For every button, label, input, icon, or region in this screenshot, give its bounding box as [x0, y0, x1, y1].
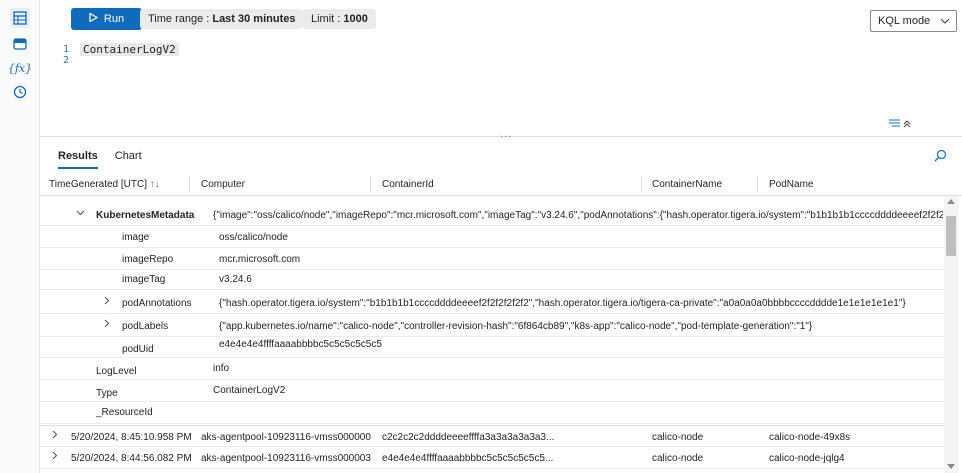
field-row[interactable]: Type ContainerLogV2 [40, 380, 944, 402]
splitter-handle[interactable]: ... [500, 128, 512, 140]
run-button[interactable]: Run [71, 8, 142, 30]
cell-container-id: c2c2c2c2ddddeeeeffffa3a3a3a3a3a3... [382, 432, 555, 443]
field-key: _ResourceId [96, 407, 153, 418]
cell-computer: aks-agentpool-10923116-vmss000003 [201, 453, 371, 464]
kql-mode-select[interactable]: KQL mode [870, 10, 957, 32]
chevron-down-icon [940, 15, 950, 27]
metadata-child-row[interactable]: imageRepo mcr.microsoft.com [40, 248, 944, 270]
chevron-right-icon[interactable] [50, 430, 59, 442]
field-key: LogLevel [96, 366, 137, 377]
kubernetes-metadata-row[interactable]: KubernetesMetadata {"image":"oss/calico/… [40, 204, 944, 226]
field-key: imageRepo [122, 254, 174, 265]
field-value: {"image":"oss/calico/node","imageRepo":"… [213, 210, 943, 221]
field-value: {"hash.operator.tigera.io/system":"b1b1b… [219, 298, 906, 309]
line-number: 2 [63, 55, 70, 66]
field-key: podAnnotations [122, 298, 192, 309]
column-divider[interactable] [370, 176, 371, 192]
database-icon[interactable] [10, 34, 30, 54]
time-range-button[interactable]: Time range : Last 30 minutes [140, 9, 304, 29]
cell-pod-name: calico-node-jqlg4 [769, 453, 845, 464]
field-value: {"app.kubernetes.io/name":"calico-node",… [219, 321, 813, 332]
query-text[interactable]: ContainerLogV2 [80, 43, 179, 56]
column-header-containerid[interactable]: ContainerId [382, 179, 434, 190]
field-value: oss/calico/node [219, 232, 288, 243]
time-range-label: Time range : [148, 13, 210, 25]
column-header-podname[interactable]: PodName [769, 179, 813, 190]
field-value: ContainerLogV2 [213, 385, 286, 396]
column-label: TimeGenerated [UTC] [49, 179, 147, 190]
sort-icon[interactable]: ↑↓ [150, 179, 160, 190]
metadata-child-row[interactable]: imageTag v3.24.6 [40, 268, 944, 290]
field-value: mcr.microsoft.com [219, 254, 301, 265]
metadata-child-row[interactable]: image oss/calico/node [40, 226, 944, 248]
scroll-down-icon[interactable] [947, 464, 955, 469]
field-key: imageTag [122, 274, 166, 285]
search-icon[interactable] [934, 149, 947, 165]
chevron-right-icon[interactable] [102, 296, 111, 308]
limit-button[interactable]: Limit :1000 [303, 9, 376, 29]
function-icon[interactable]: {fx} [7, 58, 33, 78]
field-value: v3.24.6 [219, 274, 252, 285]
format-collapse-icon[interactable] [888, 117, 914, 132]
kql-mode-value: KQL mode [878, 15, 931, 27]
column-divider[interactable] [189, 176, 190, 192]
table-row[interactable]: 5/20/2024, 8:45:10.958 PM aks-agentpool-… [40, 425, 944, 447]
field-key: Type [96, 388, 118, 399]
run-label: Run [103, 13, 125, 25]
left-rail: {fx} [0, 0, 40, 473]
column-divider[interactable] [757, 176, 758, 192]
chevron-right-icon[interactable] [102, 319, 111, 331]
history-icon[interactable] [10, 82, 30, 102]
tab-results[interactable]: Results [58, 150, 98, 169]
query-editor[interactable]: 1 2 ContainerLogV2 [40, 40, 962, 136]
table-icon[interactable] [10, 8, 30, 28]
metadata-child-row[interactable]: podLabels {"app.kubernetes.io/name":"cal… [40, 315, 944, 337]
column-header-timegenerated[interactable]: TimeGenerated [UTC] ↑↓ [49, 179, 160, 190]
metadata-child-row[interactable]: podAnnotations {"hash.operator.tigera.io… [40, 292, 944, 314]
cell-time: 5/20/2024, 8:44:56.082 PM [71, 453, 192, 464]
field-key: podLabels [122, 321, 169, 332]
limit-value: 1000 [343, 13, 368, 25]
limit-label: Limit : [311, 13, 341, 25]
chevron-down-icon[interactable] [76, 208, 85, 220]
cell-container-name: calico-node [652, 453, 704, 464]
scrollbar-thumb[interactable] [946, 216, 956, 256]
field-row[interactable]: _ResourceId [40, 402, 944, 424]
play-icon [89, 12, 99, 25]
field-key: image [122, 232, 150, 243]
cell-container-id: e4e4e4e4ffffaaaabbbbc5c5c5c5c5c5... [382, 453, 554, 464]
scroll-up-icon[interactable] [947, 199, 955, 204]
cell-pod-name: calico-node-49x8s [769, 432, 851, 443]
function-icon-label: {fx} [7, 61, 33, 75]
chevron-right-icon[interactable] [50, 451, 59, 463]
column-header-containername[interactable]: ContainerName [652, 179, 722, 190]
column-divider[interactable] [641, 176, 642, 192]
results-header: TimeGenerated [UTC] ↑↓ Computer Containe… [40, 172, 962, 196]
cell-container-name: calico-node [652, 432, 704, 443]
toolbar: Run Time range : Last 30 minutes Limit :1… [40, 0, 962, 40]
cell-computer: aks-agentpool-10923116-vmss000000 [201, 432, 371, 443]
tab-chart[interactable]: Chart [115, 150, 142, 169]
results-tabs: Results Chart [58, 150, 142, 169]
field-value: e4e4e4e4ffffaaaabbbbc5c5c5c5c5c5 [219, 339, 382, 350]
field-value: info [213, 363, 230, 374]
field-key: KubernetesMetadata [96, 210, 195, 221]
splitter[interactable]: ... [40, 128, 962, 144]
time-range-value: Last 30 minutes [212, 13, 296, 25]
metadata-child-row[interactable]: podUid e4e4e4e4ffffaaaabbbbc5c5c5c5c5c5 [40, 336, 944, 358]
table-row[interactable]: 5/20/2024, 8:44:56.082 PM aks-agentpool-… [40, 447, 944, 469]
cell-time: 5/20/2024, 8:45:10.958 PM [71, 432, 192, 443]
line-number: 1 [63, 44, 70, 55]
field-key: podUid [122, 344, 154, 355]
field-row[interactable]: LogLevel info [40, 358, 944, 380]
column-header-computer[interactable]: Computer [201, 179, 245, 190]
